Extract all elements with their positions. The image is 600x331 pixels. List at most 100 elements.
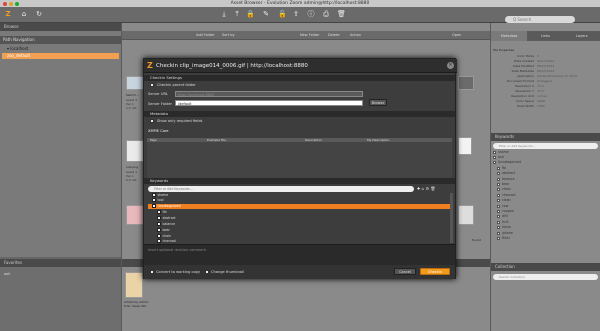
sort-by-button[interactable]: Sort by — [222, 32, 235, 39]
keyword-row[interactable]: fbl — [157, 210, 447, 215]
trash-icon[interactable]: 🗑 — [337, 10, 346, 19]
keyword-item[interactable]: abstract — [493, 171, 598, 176]
unlock-icon[interactable]: 🔓 — [278, 10, 287, 19]
keyword-checkbox[interactable] — [497, 171, 500, 175]
keyword-item[interactable]: clean — [493, 198, 598, 203]
trash-icon[interactable]: 🗑 — [430, 186, 435, 191]
keyword-checkbox[interactable] — [152, 193, 156, 197]
keyword-checkbox[interactable] — [497, 209, 500, 213]
keyword-row[interactable]: balance — [157, 222, 447, 227]
tab-layers[interactable]: Layers — [564, 31, 600, 41]
tab-metadata[interactable]: Metadata — [491, 31, 528, 41]
keyword-checkbox[interactable] — [497, 193, 500, 197]
meta-key: Date Created — [514, 59, 534, 63]
lock-icon[interactable]: 🔒 — [246, 10, 255, 19]
keyword-checkbox[interactable] — [152, 204, 156, 208]
server-url-field[interactable]: http://localhost:8880 — [175, 91, 363, 97]
tree-item-localhost[interactable]: ▾ localhost — [2, 46, 119, 52]
keyword-row[interactable]: tool — [152, 198, 447, 203]
search-input[interactable]: Q Search — [505, 16, 575, 23]
delete-button[interactable]: Delete — [328, 32, 340, 39]
metadata-table[interactable] — [147, 142, 452, 182]
keyword-checkbox[interactable] — [493, 155, 496, 159]
keyword-checkbox[interactable] — [497, 225, 500, 229]
file-thumbnail[interactable] — [458, 137, 472, 155]
add-keyword-icon[interactable]: ✚ — [417, 186, 420, 191]
info-icon[interactable]: ⓘ — [307, 10, 315, 19]
close-icon[interactable]: × — [447, 62, 454, 69]
print-icon[interactable]: ⎙ — [322, 10, 330, 19]
change-thumbnail-checkbox[interactable] — [205, 270, 209, 274]
favorites-item[interactable]: ooii — [4, 272, 10, 276]
keyword-checkbox[interactable] — [497, 177, 500, 181]
keyword-checkbox[interactable] — [497, 214, 500, 218]
keyword-label: bear — [162, 228, 170, 232]
keyword-item[interactable]: chain — [493, 187, 598, 192]
file-thumbnail[interactable] — [458, 205, 474, 225]
download-icon[interactable]: ⤓ — [220, 10, 228, 19]
required-fields-checkbox[interactable] — [150, 119, 154, 123]
keyword-row[interactable]: charcoal — [157, 239, 447, 243]
gear-icon[interactable]: ⚙ — [425, 186, 429, 191]
keyword-filter-input[interactable]: Filter or Add Keywords... — [493, 143, 598, 149]
keyword-row[interactable]: bear — [157, 228, 447, 233]
meta-key: Date Modified — [513, 64, 534, 68]
keyword-checkbox[interactable] — [497, 166, 500, 170]
checkin-button[interactable]: Checkin — [420, 268, 450, 275]
minimize-window-button[interactable] — [9, 1, 13, 6]
new-folder-button[interactable]: New Folder — [300, 32, 320, 39]
file-thumbnail[interactable] — [126, 140, 144, 162]
share-icon[interactable]: ⇪ — [292, 10, 300, 19]
keyword-checkbox[interactable] — [493, 160, 496, 164]
keyword-checkbox[interactable] — [497, 220, 500, 224]
zoom-window-button[interactable] — [15, 1, 19, 6]
browse-button[interactable]: Browse — [369, 99, 387, 106]
keyword-label: balance — [502, 177, 515, 181]
tab-links[interactable]: Links — [527, 31, 563, 41]
revision-comment-field[interactable]: Insert optional revision comment — [144, 244, 455, 265]
keyword-checkbox[interactable] — [493, 150, 496, 154]
main-toolbar: Z ⌂ ↻ ⤓ ⤒ 🔒 ✎ 🔓 ⇪ ⓘ ⎙ 🗑 Q Search — [0, 7, 600, 23]
keyword-checkbox[interactable] — [157, 228, 161, 232]
keyword-row-selected[interactable]: Uncategorized — [148, 204, 451, 209]
keyword-item[interactable]: Uncategorized — [493, 160, 598, 165]
keyword-search-input[interactable]: Filter or Add Keywords... — [148, 186, 414, 192]
cancel-button[interactable]: Cancel — [394, 268, 416, 275]
file-thumbnail[interactable] — [458, 76, 474, 90]
keyword-checkbox[interactable] — [152, 198, 156, 202]
keywords-scrollbar[interactable] — [450, 193, 453, 243]
keyword-checkbox[interactable] — [497, 198, 500, 202]
tag-icon[interactable]: ⌂ — [422, 186, 425, 191]
add-folder-button[interactable]: Add Folder — [196, 32, 215, 39]
keyword-item[interactable]: horse — [493, 225, 598, 230]
keyword-checkbox[interactable] — [157, 239, 161, 243]
keyword-item[interactable]: drill — [493, 214, 598, 219]
close-window-button[interactable] — [3, 1, 7, 6]
keyword-item[interactable]: Rikki — [493, 236, 598, 241]
refresh-icon[interactable]: ↻ — [35, 10, 43, 19]
keyword-checkbox[interactable] — [157, 234, 161, 238]
collection-search-input[interactable]: Search Collection — [493, 274, 598, 280]
home-icon[interactable]: ⌂ — [20, 10, 28, 19]
checkin-parent-checkbox[interactable] — [150, 83, 154, 87]
edit-icon[interactable]: ✎ — [262, 10, 270, 19]
keyword-checkbox[interactable] — [157, 210, 161, 214]
keyword-checkbox[interactable] — [157, 216, 161, 220]
server-folder-field[interactable]: /default — [175, 100, 363, 106]
convert-working-copy-label: Convert to working copy — [156, 270, 201, 274]
convert-working-copy-checkbox[interactable] — [150, 270, 154, 274]
open-button[interactable]: Open — [452, 32, 461, 39]
action-button[interactable]: Action — [350, 32, 361, 39]
keyword-checkbox[interactable] — [497, 187, 500, 191]
file-thumbnail[interactable] — [126, 205, 144, 225]
file-thumbnail[interactable] — [126, 76, 144, 90]
keyword-checkbox[interactable] — [497, 231, 500, 235]
keyword-label: bear — [502, 182, 510, 186]
keyword-checkbox[interactable] — [497, 182, 500, 186]
tree-item-zoo-default[interactable]: zoo_default — [2, 53, 119, 59]
keyword-row[interactable]: abstract — [157, 216, 447, 221]
keyword-checkbox[interactable] — [497, 236, 500, 240]
upload-icon[interactable]: ⤒ — [233, 10, 241, 19]
keyword-checkbox[interactable] — [157, 222, 161, 226]
keyword-checkbox[interactable] — [497, 204, 500, 208]
